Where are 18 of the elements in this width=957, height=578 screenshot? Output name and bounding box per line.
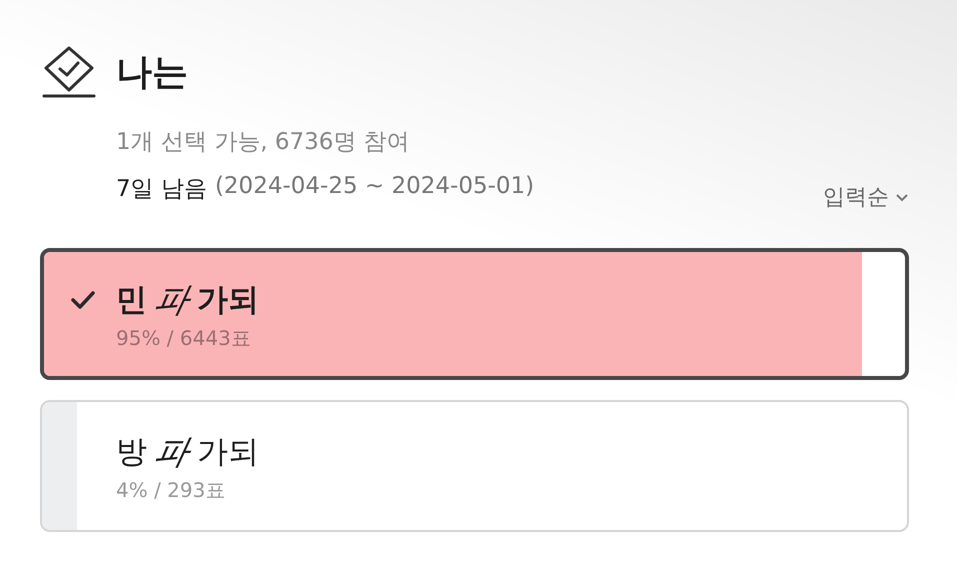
poll-period: (2024-04-25 ~ 2024-05-01) [214, 173, 534, 201]
poll-title: 나는 [116, 50, 188, 94]
poll-option[interactable]: 민 파가되 95% / 6443표 [40, 248, 909, 380]
remaining-days: 7일 남음 [116, 173, 207, 204]
option-label: 방 [116, 432, 147, 472]
check-icon [70, 290, 96, 310]
vote-result: 95% / 6443표 [116, 324, 252, 352]
vote-result: 4% / 293표 [116, 476, 226, 504]
chevron-down-icon [895, 192, 909, 202]
poll-option[interactable]: 방 파 가되 4% / 293표 [40, 400, 909, 532]
option-label: 민 [116, 280, 147, 320]
vote-box-icon [40, 44, 98, 100]
option-label: 가되 [197, 280, 259, 320]
handwritten-letter: 파 [150, 430, 194, 474]
option-label: 가되 [197, 432, 259, 472]
sort-dropdown[interactable]: 입력순 [823, 182, 909, 212]
handwritten-letter: 파 [150, 278, 194, 322]
poll-meta: 1개 선택 가능, 6736명 참여 [116, 128, 411, 157]
